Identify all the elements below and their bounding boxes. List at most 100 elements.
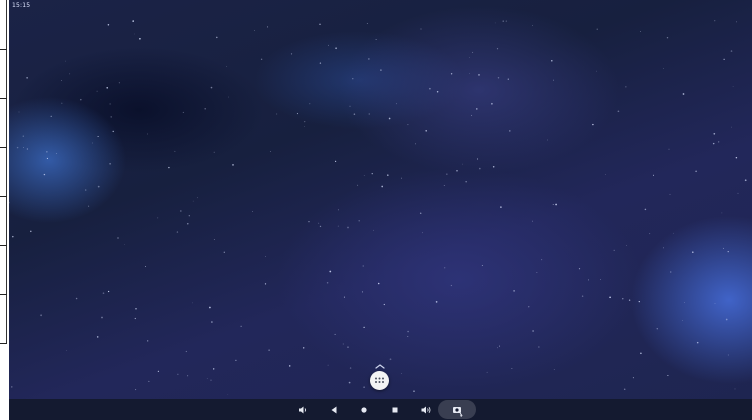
star-dot (632, 377, 634, 379)
star-dot (494, 22, 496, 24)
star-dot (672, 232, 674, 234)
star-dot (737, 192, 739, 194)
star-dot (335, 47, 337, 50)
star-dot (216, 36, 218, 39)
star-dot (97, 135, 99, 138)
star-dot (714, 20, 716, 22)
star-dot (507, 78, 509, 80)
star-dot (326, 282, 329, 284)
star-dot (714, 303, 716, 304)
star-dot (609, 296, 611, 299)
star-dot (532, 330, 534, 332)
screenshot-button[interactable] (450, 403, 464, 417)
star-dot (337, 209, 339, 211)
back-icon (331, 406, 337, 414)
star-dot (12, 235, 14, 238)
star-dot (663, 68, 664, 69)
star-dot (581, 295, 584, 297)
star-dot (334, 160, 337, 163)
star-dot (210, 379, 212, 381)
star-dot (407, 330, 409, 333)
star-dot (319, 23, 321, 25)
star-dot (479, 167, 481, 170)
star-dot (347, 346, 349, 348)
star-dot (226, 66, 228, 67)
window-edge (0, 0, 9, 420)
star-dot (352, 78, 354, 80)
star-dot (309, 103, 311, 105)
star-dot (578, 268, 581, 270)
star-dot (117, 237, 119, 239)
star-dot (16, 146, 19, 149)
star-dot (342, 343, 344, 345)
star-dot (511, 368, 513, 369)
star-dot (192, 200, 194, 202)
star-dot (425, 130, 427, 132)
star-dot (368, 113, 370, 115)
star-dot (375, 39, 377, 40)
star-dot (204, 108, 206, 110)
star-dot (329, 270, 332, 273)
star-dot (725, 318, 728, 321)
star-dot (692, 251, 694, 253)
star-dot (499, 345, 501, 347)
star-dot (139, 37, 141, 40)
star-dot (267, 26, 269, 28)
star-dot (505, 20, 507, 22)
star-dot (174, 150, 176, 152)
star-dot (211, 321, 213, 323)
star-dot (736, 21, 737, 23)
star-dot (347, 226, 349, 229)
star-dot (50, 115, 52, 117)
star-dot (102, 292, 105, 295)
star-dot (420, 28, 422, 30)
star-dot (695, 170, 697, 173)
star-dot (206, 378, 208, 380)
star-dot (696, 341, 699, 344)
star-dot (735, 156, 738, 159)
volume-up-button[interactable] (419, 403, 433, 417)
star-dot (600, 279, 601, 281)
star-dot (476, 108, 478, 110)
android-home-screen: 15:15 (9, 0, 752, 420)
star-dot (555, 203, 557, 206)
star-dot (145, 266, 147, 268)
star-dot (541, 259, 543, 261)
star-dot (668, 148, 670, 150)
star-dot (148, 380, 150, 382)
recents-button[interactable] (388, 403, 402, 417)
star-dot (407, 335, 409, 337)
star-dot (623, 388, 626, 390)
star-dot (721, 212, 723, 214)
star-dot (682, 319, 683, 321)
star-dot (264, 283, 267, 285)
screenshot-icon (453, 407, 463, 417)
home-button[interactable] (357, 403, 371, 417)
star-dot (734, 388, 736, 390)
star-dot (213, 151, 215, 153)
star-dot (213, 368, 215, 370)
star-dot (69, 73, 71, 75)
star-dot (436, 91, 439, 93)
star-dot (407, 124, 409, 126)
star-dot (730, 50, 733, 52)
chevron-up-icon[interactable] (374, 355, 386, 369)
star-dot (319, 225, 322, 228)
star-dot (638, 300, 640, 303)
star-dot (551, 59, 553, 62)
star-dot (260, 58, 263, 61)
back-button[interactable] (327, 403, 341, 417)
star-dot (613, 249, 615, 252)
star-dot (187, 375, 189, 377)
star-dot (56, 152, 58, 154)
star-dot (43, 173, 46, 176)
star-dot (65, 60, 67, 62)
star-dot (401, 177, 402, 179)
app-drawer-button[interactable] (370, 371, 389, 390)
star-dot (470, 114, 473, 116)
star-dot (268, 349, 270, 351)
volume-down-button[interactable] (296, 403, 310, 417)
star-dot (185, 350, 187, 353)
star-dot (109, 103, 111, 105)
star-dot (182, 111, 184, 113)
